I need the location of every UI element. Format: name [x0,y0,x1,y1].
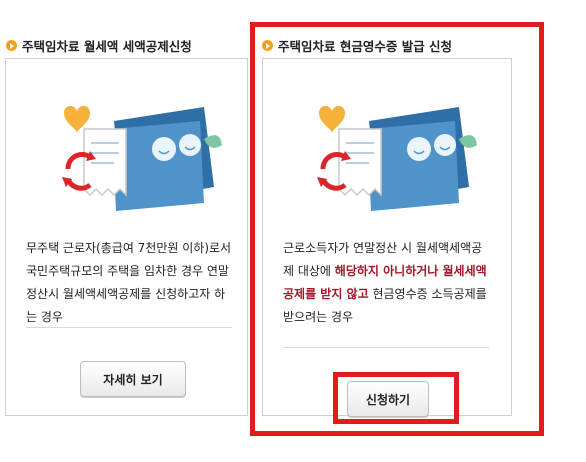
bullet-icon [6,40,17,51]
left-panel-card: 무주택 근로자(총급여 7천만원 이하)로서 국민주택규모의 주택을 임차한 경… [5,58,248,416]
left-panel-description: 무주택 근로자(총급여 7천만원 이하)로서 국민주택규모의 주택을 임차한 경… [26,241,232,324]
left-panel-divider [26,327,232,328]
left-panel-title: 주택임차료 월세액 세액공제신청 [6,36,192,55]
tax-refund-illustration [62,105,222,211]
highlight-box-button [333,372,459,424]
receipt-icon [83,128,127,197]
left-panel-title-text: 주택임차료 월세액 세액공제신청 [22,39,192,54]
view-details-button[interactable]: 자세히 보기 [80,361,186,397]
card-folder-icon [112,107,214,211]
